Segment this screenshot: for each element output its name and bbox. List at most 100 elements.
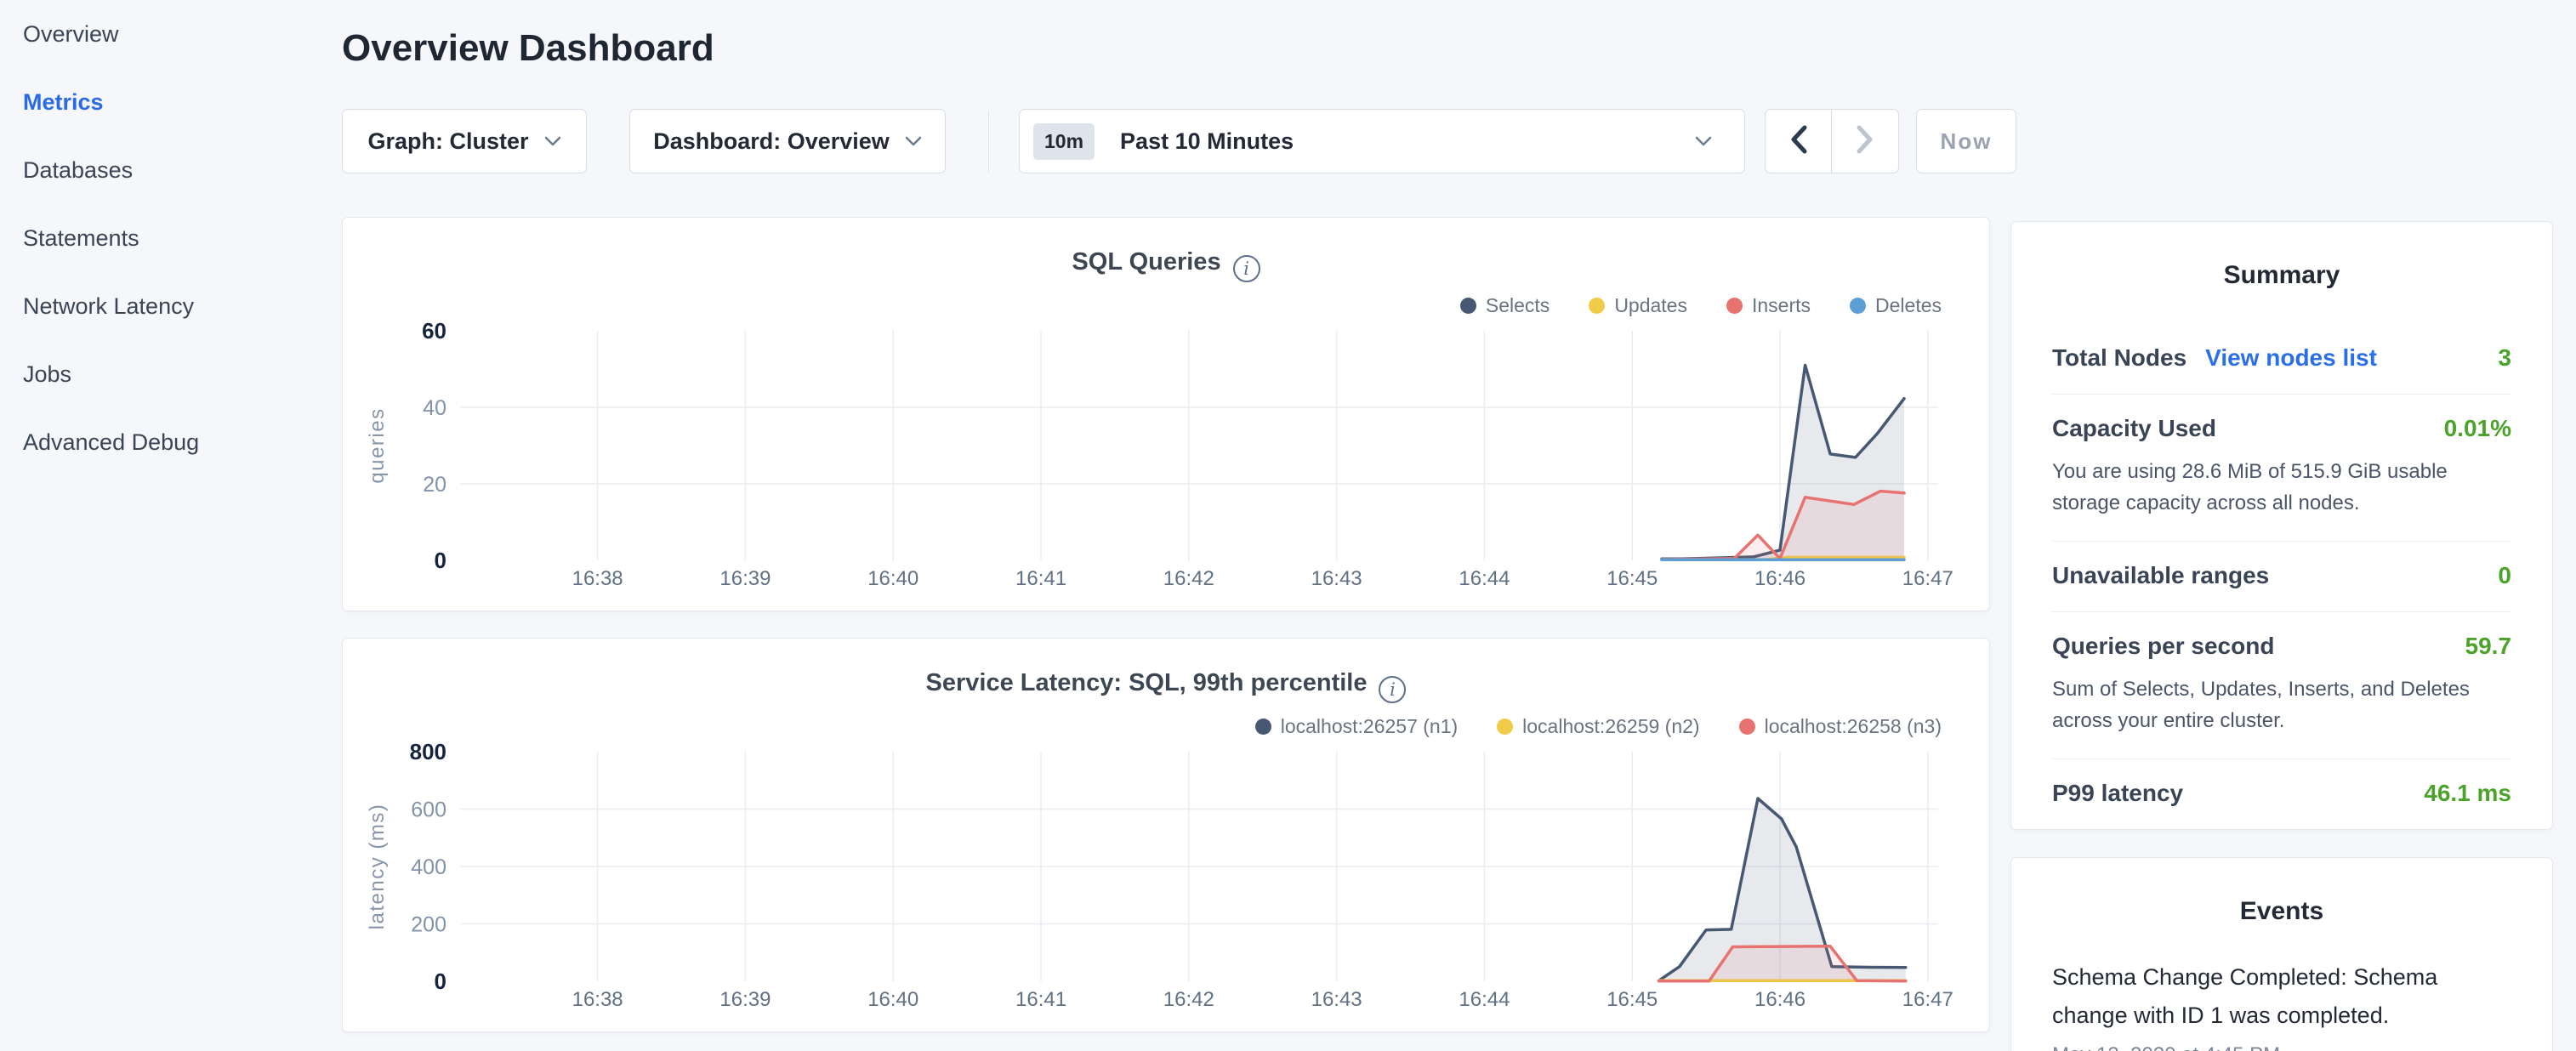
view-nodes-list-link[interactable]: View nodes list [2205,344,2377,372]
y-axis-tick-label: 60 [422,320,446,344]
summary-row-unavailable-ranges: Unavailable ranges 0 [2052,542,2511,612]
x-axis-tick-label: 16:45 [1606,988,1658,1011]
x-axis-tick-label: 16:40 [867,567,918,590]
dashboard-selector-label: Dashboard: Overview [653,128,890,155]
graph-selector-label: Graph: Cluster [367,128,528,155]
info-icon[interactable]: i [1233,255,1260,282]
graph-selector-dropdown[interactable]: Graph: Cluster [342,109,587,173]
legend-label: localhost:26258 (n3) [1765,715,1942,738]
y-axis-tick-label: 800 [410,741,446,764]
sidebar-item-jobs[interactable]: Jobs [23,340,312,408]
sidebar-item-databases[interactable]: Databases [23,136,312,204]
sql-queries-chart-card: SQL Queriesi Selects Updates Inserts Delete… [342,217,1990,611]
legend-dot-icon [1739,719,1755,735]
summary-label: Unavailable ranges [2052,562,2269,589]
summary-label: Queries per second [2052,633,2274,660]
x-axis-tick-label: 16:41 [1015,567,1066,590]
summary-label: Capacity Used [2052,415,2216,442]
chevron-down-icon [544,136,561,146]
legend-label: localhost:26257 (n1) [1281,715,1458,738]
x-axis-tick-label: 16:44 [1459,567,1510,590]
chevron-left-icon [1789,125,1808,158]
service-latency-chart-card: Service Latency: SQL, 99th percentilei l… [342,638,1990,1032]
time-range-label: Past 10 Minutes [1120,128,1294,155]
summary-row-queries-per-second: Queries per second 59.7 Sum of Selects, Up… [2052,612,2511,759]
chevron-down-icon [1695,136,1712,146]
x-axis-tick-label: 16:44 [1459,988,1510,1011]
time-back-button[interactable] [1766,110,1832,173]
toolbar-divider [988,111,989,172]
x-axis-tick-label: 16:46 [1754,567,1805,590]
legend-item-localhost-26258-n3-[interactable]: localhost:26258 (n3) [1739,715,1942,738]
x-axis-tick-label: 16:43 [1311,567,1362,590]
page-title: Overview Dashboard [342,27,714,70]
summary-title: Summary [2052,261,2511,290]
summary-value: 0.01% [2444,415,2511,442]
sidebar: OverviewMetricsDatabasesStatementsNetwor… [23,0,312,476]
service-latency-plot[interactable]: 020040060080016:3816:3916:4016:4116:4216… [343,741,1991,1034]
legend-label: Inserts [1752,294,1811,317]
toolbar: Graph: Cluster Dashboard: Overview 10m P… [342,109,2043,173]
summary-row-capacity-used: Capacity Used 0.01% You are using 28.6 MiB… [2052,395,2511,542]
summary-row-total-nodes: Total NodesView nodes list3 [2052,324,2511,395]
x-axis-tick-label: 16:41 [1015,988,1066,1011]
now-button[interactable]: Now [1916,109,2016,173]
x-axis-tick-label: 16:42 [1163,988,1214,1011]
sidebar-item-metrics[interactable]: Metrics [23,68,312,136]
y-axis-unit-label: latency (ms) [366,804,389,930]
legend-item-localhost-26259-n2-[interactable]: localhost:26259 (n2) [1497,715,1699,738]
sidebar-item-overview[interactable]: Overview [23,0,312,68]
time-range-badge: 10m [1033,123,1095,160]
legend-dot-icon [1589,298,1605,314]
legend-item-localhost-26257-n1-[interactable]: localhost:26257 (n1) [1255,715,1458,738]
x-axis-tick-label: 16:42 [1163,567,1214,590]
x-axis-tick-label: 16:38 [572,567,623,590]
legend-label: Selects [1486,294,1550,317]
x-axis-tick-label: 16:46 [1754,988,1805,1011]
y-axis-tick-label: 600 [411,798,446,822]
info-icon[interactable]: i [1379,676,1406,703]
dashboard-selector-dropdown[interactable]: Dashboard: Overview [629,109,946,173]
summary-panel: Summary Total NodesView nodes list3Capac… [2010,221,2553,830]
x-axis-tick-label: 16:43 [1311,988,1362,1011]
y-axis-tick-label: 0 [435,548,446,573]
summary-label: P99 latency [2052,780,2183,807]
sql-queries-plot[interactable]: 020406016:3816:3916:4016:4116:4216:4316:… [343,320,1991,613]
summary-description: You are using 28.6 MiB of 515.9 GiB usab… [2052,456,2511,519]
chart-legend: localhost:26257 (n1) localhost:26259 (n2)… [1255,715,1942,738]
summary-value: 0 [2498,562,2511,589]
summary-value: 59.7 [2465,633,2512,660]
event-timestamp: May 13, 2020 at 4:45 PM [2052,1043,2511,1051]
y-axis-tick-label: 0 [435,969,446,994]
x-axis-tick-label: 16:47 [1902,988,1953,1011]
summary-description: Sum of Selects, Updates, Inserts, and De… [2052,673,2511,736]
legend-dot-icon [1255,719,1271,735]
x-axis-tick-label: 16:47 [1902,567,1953,590]
event-message[interactable]: Schema Change Completed: Schema change w… [2052,958,2511,1035]
x-axis-tick-label: 16:38 [572,988,623,1011]
legend-dot-icon [1497,719,1513,735]
sidebar-item-statements[interactable]: Statements [23,204,312,272]
summary-value: 46.1 ms [2424,780,2511,807]
summary-label: Total Nodes [2052,344,2186,372]
chart-title: SQL Queriesi [343,248,1989,282]
legend-label: Updates [1614,294,1687,317]
chart-title: Service Latency: SQL, 99th percentilei [343,669,1989,703]
events-title: Events [2052,897,2511,926]
legend-item-selects[interactable]: Selects [1460,294,1550,317]
legend-item-inserts[interactable]: Inserts [1726,294,1811,317]
legend-dot-icon [1460,298,1476,314]
x-axis-tick-label: 16:40 [867,988,918,1011]
legend-item-deletes[interactable]: Deletes [1850,294,1942,317]
sidebar-item-network-latency[interactable]: Network Latency [23,272,312,340]
sidebar-item-advanced-debug[interactable]: Advanced Debug [23,408,312,476]
legend-label: Deletes [1875,294,1942,317]
chart-legend: Selects Updates Inserts Deletes [1460,294,1942,317]
time-range-dropdown[interactable]: 10m Past 10 Minutes [1019,109,1745,173]
events-panel: Events Schema Change Completed: Schema c… [2010,857,2553,1051]
legend-label: localhost:26259 (n2) [1522,715,1699,738]
time-forward-button[interactable] [1832,110,1898,173]
x-axis-tick-label: 16:39 [719,567,771,590]
chevron-right-icon [1856,125,1874,158]
legend-item-updates[interactable]: Updates [1589,294,1687,317]
